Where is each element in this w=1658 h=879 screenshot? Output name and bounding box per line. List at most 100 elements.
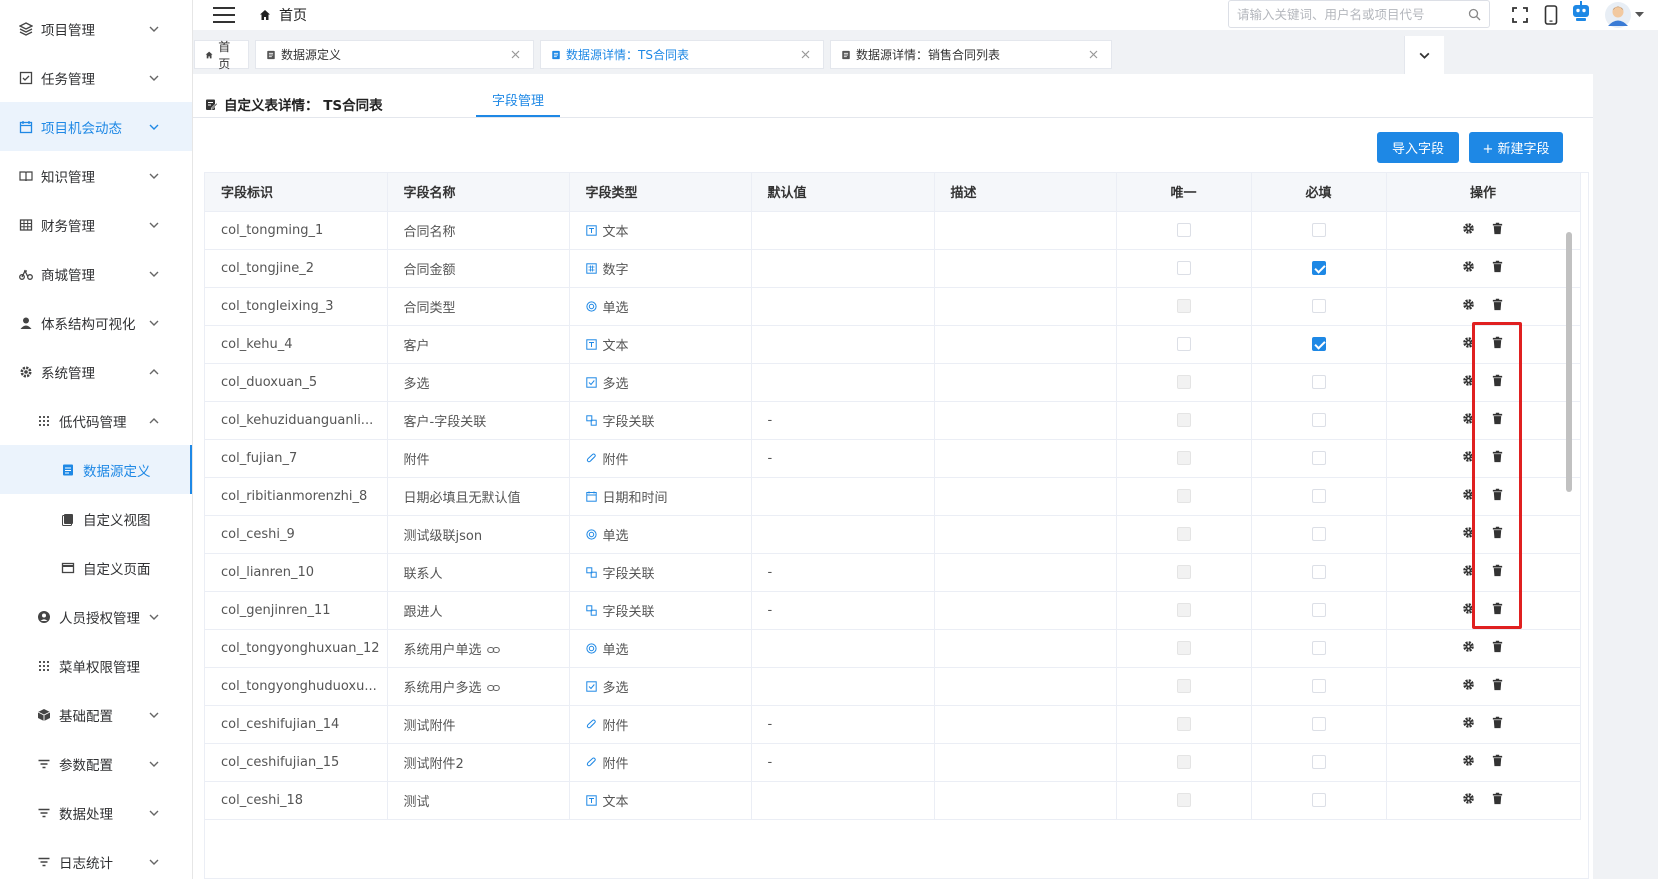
gear-icon[interactable] xyxy=(1462,222,1475,235)
gear-icon[interactable] xyxy=(1462,526,1475,539)
settings-button[interactable] xyxy=(1462,488,1475,505)
delete-button[interactable] xyxy=(1491,602,1504,619)
unique-checkbox[interactable] xyxy=(1176,337,1191,351)
sidebar-item-project[interactable]: 项目管理 xyxy=(0,4,192,53)
sidebar-item-knowledge[interactable]: 知识管理 xyxy=(0,151,192,200)
gear-icon[interactable] xyxy=(1462,450,1475,463)
search-icon[interactable] xyxy=(1468,8,1481,21)
sidebar-item-authorization[interactable]: 人员授权管理 xyxy=(0,592,192,641)
delete-button[interactable] xyxy=(1491,792,1504,809)
delete-icon[interactable] xyxy=(1491,488,1504,501)
gear-icon[interactable] xyxy=(1462,640,1475,653)
required-checkbox[interactable] xyxy=(1311,451,1326,465)
gear-icon[interactable] xyxy=(1462,374,1475,387)
robot-icon[interactable] xyxy=(1570,0,1592,22)
menu-toggle-icon[interactable] xyxy=(213,7,235,23)
unique-checkbox[interactable] xyxy=(1176,261,1191,275)
delete-button[interactable] xyxy=(1491,716,1504,733)
settings-button[interactable] xyxy=(1462,260,1475,277)
gear-icon[interactable] xyxy=(1462,412,1475,425)
sidebar-item-menu-permission[interactable]: 菜单权限管理 xyxy=(0,641,192,690)
delete-icon[interactable] xyxy=(1491,640,1504,653)
gear-icon[interactable] xyxy=(1462,716,1475,729)
tab-datasource-ts[interactable]: 数据源详情：TS合同表 xyxy=(540,40,824,69)
required-checkbox[interactable] xyxy=(1311,299,1326,313)
gear-icon[interactable] xyxy=(1462,602,1475,615)
settings-button[interactable] xyxy=(1462,754,1475,771)
settings-button[interactable] xyxy=(1462,374,1475,391)
required-checkbox[interactable] xyxy=(1311,755,1326,769)
delete-button[interactable] xyxy=(1491,298,1504,315)
close-icon[interactable] xyxy=(801,50,810,59)
settings-button[interactable] xyxy=(1462,602,1475,619)
delete-icon[interactable] xyxy=(1491,222,1504,235)
delete-icon[interactable] xyxy=(1491,792,1504,805)
sidebar-item-mall[interactable]: 商城管理 xyxy=(0,249,192,298)
delete-button[interactable] xyxy=(1491,488,1504,505)
caret-down-icon[interactable] xyxy=(1633,4,1645,26)
delete-icon[interactable] xyxy=(1491,526,1504,539)
gear-icon[interactable] xyxy=(1462,564,1475,577)
required-checkbox[interactable] xyxy=(1311,717,1326,731)
sidebar-item-finance[interactable]: 财务管理 xyxy=(0,200,192,249)
delete-button[interactable] xyxy=(1491,678,1504,695)
delete-button[interactable] xyxy=(1491,754,1504,771)
settings-button[interactable] xyxy=(1462,412,1475,429)
search-input[interactable] xyxy=(1237,6,1457,22)
new-field-button[interactable]: + 新建字段 xyxy=(1469,132,1563,163)
sidebar-item-datasource[interactable]: 数据源定义 xyxy=(0,445,192,494)
required-checkbox[interactable] xyxy=(1311,679,1326,693)
delete-icon[interactable] xyxy=(1491,602,1504,615)
required-checkbox[interactable] xyxy=(1311,603,1326,617)
settings-button[interactable] xyxy=(1462,678,1475,695)
delete-icon[interactable] xyxy=(1491,336,1504,349)
settings-button[interactable] xyxy=(1462,450,1475,467)
delete-icon[interactable] xyxy=(1491,298,1504,311)
delete-button[interactable] xyxy=(1491,412,1504,429)
breadcrumb-home[interactable]: 首页 xyxy=(279,5,307,25)
gear-icon[interactable] xyxy=(1462,678,1475,691)
settings-button[interactable] xyxy=(1462,298,1475,315)
settings-button[interactable] xyxy=(1462,222,1475,239)
sidebar-item-custom-page[interactable]: 自定义页面 xyxy=(0,543,192,592)
delete-icon[interactable] xyxy=(1491,754,1504,767)
avatar[interactable] xyxy=(1603,0,1633,30)
sidebar-item-lowcode[interactable]: 低代码管理 xyxy=(0,396,192,445)
scrollbar[interactable] xyxy=(1565,210,1573,800)
settings-button[interactable] xyxy=(1462,336,1475,353)
sidebar-item-custom-view[interactable]: 自定义视图 xyxy=(0,494,192,543)
delete-button[interactable] xyxy=(1491,260,1504,277)
required-checkbox[interactable] xyxy=(1311,489,1326,503)
required-checkbox[interactable] xyxy=(1311,375,1326,389)
delete-icon[interactable] xyxy=(1491,374,1504,387)
required-checkbox[interactable] xyxy=(1311,223,1326,237)
delete-button[interactable] xyxy=(1491,450,1504,467)
gear-icon[interactable] xyxy=(1462,754,1475,767)
gear-icon[interactable] xyxy=(1462,336,1475,349)
gear-icon[interactable] xyxy=(1462,792,1475,805)
required-checkbox[interactable] xyxy=(1311,261,1326,275)
required-checkbox[interactable] xyxy=(1311,413,1326,427)
tabs-dropdown[interactable] xyxy=(1404,36,1444,74)
settings-button[interactable] xyxy=(1462,640,1475,657)
sidebar-item-opportunity[interactable]: 项目机会动态 xyxy=(0,102,192,151)
sidebar-item-system[interactable]: 系统管理 xyxy=(0,347,192,396)
sidebar-item-basic-config[interactable]: 基础配置 xyxy=(0,690,192,739)
close-icon[interactable] xyxy=(1089,50,1098,59)
delete-button[interactable] xyxy=(1491,222,1504,239)
sidebar-item-param-config[interactable]: 参数配置 xyxy=(0,739,192,788)
sidebar-item-data-processing[interactable]: 数据处理 xyxy=(0,788,192,837)
scrollbar-thumb[interactable] xyxy=(1566,232,1572,492)
fullscreen-icon[interactable] xyxy=(1509,4,1531,26)
delete-button[interactable] xyxy=(1491,374,1504,391)
settings-button[interactable] xyxy=(1462,792,1475,809)
delete-icon[interactable] xyxy=(1491,260,1504,273)
required-checkbox[interactable] xyxy=(1311,793,1326,807)
delete-button[interactable] xyxy=(1491,336,1504,353)
required-checkbox[interactable] xyxy=(1311,337,1326,351)
sidebar-item-log-stats[interactable]: 日志统计 xyxy=(0,837,192,879)
required-checkbox[interactable] xyxy=(1311,565,1326,579)
delete-button[interactable] xyxy=(1491,640,1504,657)
sidebar-item-task[interactable]: 任务管理 xyxy=(0,53,192,102)
delete-button[interactable] xyxy=(1491,564,1504,581)
